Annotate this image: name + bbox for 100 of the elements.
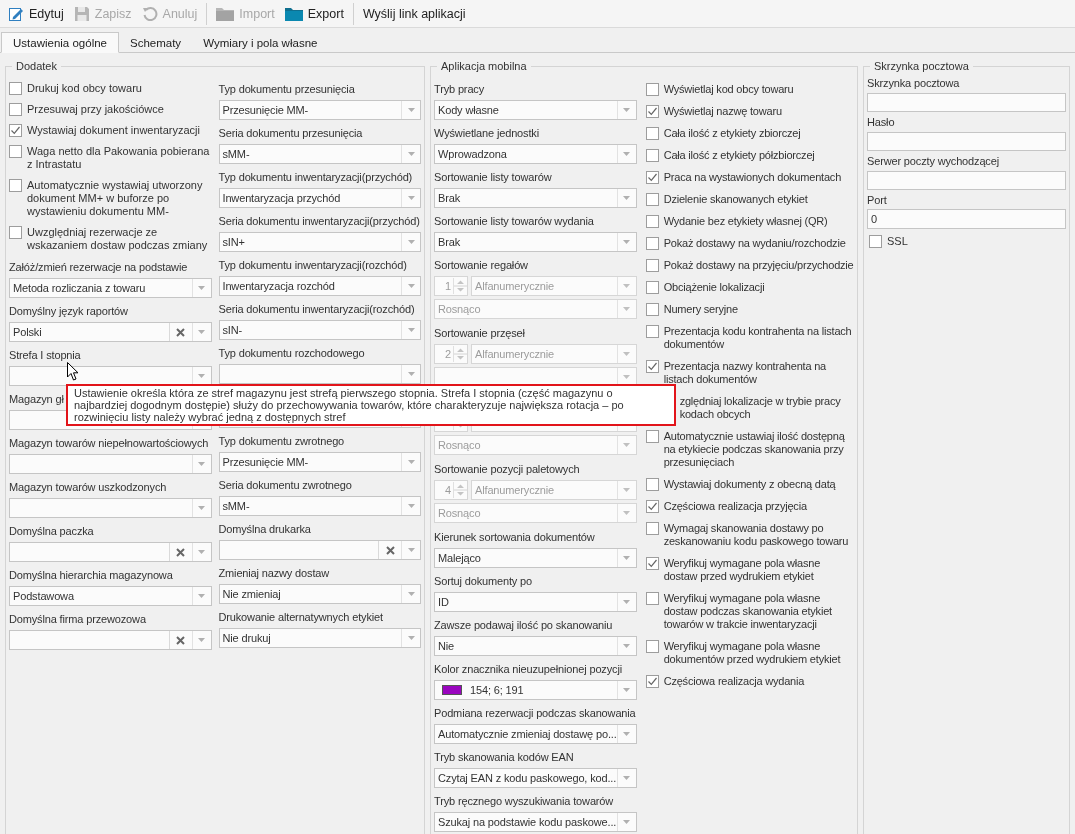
tab[interactable]: Wymiary i pola własne (192, 33, 329, 53)
checkbox-label[interactable]: Weryfikuj wymagane pola własne dokumentów przed wydrukiem etykiet (663, 639, 854, 666)
dropdown[interactable]: 154; 6; 191 (434, 680, 637, 700)
field-label: Magazyn towarów niepełnowartościowych (9, 437, 209, 449)
field-label: Sortowanie regałów (434, 259, 528, 271)
field-label: Drukowanie alternatywnych etykiet (218, 611, 383, 623)
field-label: Seria dokumentu inwentaryzacji(rozchód) (218, 303, 415, 315)
dropdown[interactable]: Nie zmieniaj (218, 584, 421, 604)
field-label: Domyślna drukarka (218, 523, 311, 535)
dropdown[interactable]: Automatycznie zmieniaj dostawę po... (434, 724, 637, 744)
dropdown[interactable]: sIN+ (218, 232, 421, 252)
field-label: Hasło (867, 116, 895, 129)
toolbar-button[interactable]: Wyślij link aplikacji (358, 1, 470, 26)
field-label: Tryb pracy (434, 83, 485, 95)
field-label: Domyślna hierarchia magazynowa (9, 569, 173, 581)
field-label: Seria dokumentu przesunięcia (218, 127, 363, 139)
checkbox-label[interactable]: Wyświetlaj kod obcy towaru (663, 82, 794, 96)
checkbox-label[interactable]: Weryfikuj wymagane pola własne dostaw przed wydrukiem etykiet (663, 556, 854, 583)
tooltip: Ustawienie określa która ze stref magazynu jest strefą pierwszego stopnia. Strefa I stopnia (część magazynu o najbardziej dogodnym dostępie) służy do przechowywania towarów, które charakteryzuje największa rotacja – po rozwinięciu listy należy wybrać jedną z dostępnych stref (66, 384, 676, 426)
dropdown[interactable]: sIN- (218, 320, 421, 340)
checkbox-label[interactable]: Pokaż dostawy na wydaniu/rozchodzie (663, 236, 846, 250)
field-label: Kolor znacznika nieuzupełnionej pozycji (434, 663, 622, 675)
dropdown[interactable]: Brak (434, 232, 637, 252)
field-label: Typ dokumentu inwentaryzacji(przychód) (218, 171, 413, 183)
dropdown[interactable]: sMM- (218, 496, 421, 516)
dropdown[interactable]: Wprowadzona (434, 144, 637, 164)
field-label: Magazyn towarów uszkodzonych (9, 481, 167, 493)
field-label: Typ dokumentu przesunięcia (218, 83, 355, 95)
field-label: Seria dokumentu zwrotnego (218, 479, 352, 491)
checkbox-label[interactable]: Cała ilość z etykiety półzbiorczej (663, 148, 815, 162)
dropdown[interactable]: Kody własne (434, 100, 637, 120)
checkbox-label[interactable]: Częściowa realizacja przyjęcia (663, 499, 807, 513)
field-label: Typ dokumentu zwrotnego (218, 435, 345, 447)
checkbox-label[interactable]: Wyświetlaj nazwę towaru (663, 104, 782, 118)
dropdown[interactable]: Czytaj EAN z kodu paskowego, kod... (434, 768, 637, 788)
dropdown[interactable]: ID (434, 592, 637, 612)
field-label: Sortuj dokumenty po (434, 575, 533, 587)
field-label: Sortowanie przęseł (434, 327, 525, 339)
dropdown[interactable]: Nie (434, 636, 637, 656)
checkbox-label[interactable]: Weryfikuj wymagane pola własne dostaw podczas skanowania etykiet towarów w trakcie inwentaryzacji (663, 591, 854, 631)
field-label: Sortowanie listy towarów wydania (434, 215, 594, 227)
input-field[interactable]: 0 (867, 209, 1066, 229)
checkbox-label[interactable]: Prezentacja kodu kontrahenta na listach dokumentów (663, 324, 854, 351)
toolbar-button[interactable]: Export (280, 1, 348, 26)
field-label: Domyślna paczka (9, 525, 94, 537)
tab[interactable]: Schematy (119, 33, 193, 53)
checkbox-label[interactable]: Cała ilość z etykiety zbiorczej (663, 126, 801, 140)
field-label: Strefa I stopnia (9, 349, 81, 361)
field-label: Serwer poczty wychodzącej (867, 155, 999, 168)
dropdown[interactable]: Malejąco (434, 548, 637, 568)
checkbox-label[interactable]: Automatycznie ustawiaj ilość dostępną na etykiecie podczas skanowania przy przesunięciach (663, 429, 854, 469)
checkbox-label[interactable]: Uwzględniaj rezerwacje ze wskazaniem dostaw podczas zmiany (27, 226, 212, 252)
field-label: Skrzynka pocztowa (867, 77, 960, 90)
checkbox-label[interactable]: Prezentacja nazwy kontrahenta na listach dokumentów (663, 359, 854, 386)
checkbox-label[interactable]: Wymagaj skanowania dostawy po zeskanowaniu kodu paskowego towaru (663, 521, 854, 548)
toolbar-button[interactable]: Edytuj (4, 1, 68, 26)
checkbox-label[interactable]: zględniaj lokalizacje w trybie pracy kodach obcych (679, 394, 841, 421)
dropdown[interactable]: Podstawowa (9, 586, 212, 606)
tab[interactable]: Ustawienia ogólne (1, 32, 119, 53)
field-label: Typ dokumentu rozchodowego (218, 347, 365, 359)
dropdown[interactable]: Przesunięcie MM- (218, 452, 421, 472)
dropdown[interactable]: Inwentaryzacja rozchód (218, 276, 421, 296)
dropdown[interactable]: Inwentaryzacja przychód (218, 188, 421, 208)
field-label: Sortowanie pozycji paletowych (434, 463, 580, 475)
checkbox-label[interactable]: Drukuj kod obcy towaru (27, 82, 142, 95)
checkbox-label[interactable]: Automatycznie wystawiaj utworzony dokument MM+ w buforze po wystawieniu dokumentu MM- (27, 179, 212, 218)
field-label: Seria dokumentu inwentaryzacji(przychód) (218, 215, 420, 227)
checkbox-label[interactable]: SSL (887, 235, 908, 248)
checkbox-label[interactable]: Obciążenie lokalizacji (663, 280, 765, 294)
field-label: Zawsze podawaj ilość po skanowaniu (434, 619, 613, 631)
checkbox-label[interactable]: Numery seryjne (663, 302, 738, 316)
group-title: Skrzynka pocztowa (873, 59, 970, 73)
field-label: Domyślna firma przewozowa (9, 613, 146, 625)
checkbox-label[interactable]: Waga netto dla Pakowania pobierana z Intrastatu (27, 145, 212, 171)
checkbox-label[interactable]: Częściowa realizacja wydania (663, 674, 805, 688)
field-label: Magazyn gł (9, 393, 64, 405)
dropdown[interactable]: Nie drukuj (218, 628, 421, 648)
checkbox-label[interactable]: Dzielenie skanowanych etykiet (663, 192, 808, 206)
field-label: Typ dokumentu inwentaryzacji(rozchód) (218, 259, 407, 271)
dropdown[interactable]: Polski (9, 322, 212, 342)
field-label: Podmiana rezerwacji podczas skanowania (434, 707, 636, 719)
field-label: Tryb ręcznego wyszukiwania towarów (434, 795, 614, 807)
field-label: Tryb skanowania kodów EAN (434, 751, 574, 763)
checkbox-label[interactable]: Pokaż dostawy na przyjęciu/przychodzie (663, 258, 854, 272)
field-label: Port (867, 193, 887, 206)
dropdown[interactable]: Szukaj na podstawie kodu paskowe... (434, 812, 637, 832)
dropdown[interactable]: Metoda rozliczania z towaru (9, 278, 212, 298)
dropdown[interactable]: Przesunięcie MM- (218, 100, 421, 120)
field-label: Zmieniaj nazwy dostaw (218, 567, 330, 579)
field-label: Kierunek sortowania dokumentów (434, 531, 595, 543)
field-label: Wyświetlane jednostki (434, 127, 539, 139)
checkbox-label[interactable]: Przesuwaj przy jakościówce (27, 103, 164, 116)
dropdown[interactable]: Brak (434, 188, 637, 208)
checkbox-label[interactable]: Wystawiaj dokumenty z obecną datą (663, 477, 836, 491)
dropdown[interactable]: sMM- (218, 144, 421, 164)
field-label: Domyślny język raportów (9, 305, 128, 317)
group-title: Aplikacja mobilna (440, 59, 528, 73)
checkbox-label[interactable]: Wystawiaj dokument inwentaryzacji (27, 124, 200, 137)
checkbox-label[interactable]: Wydanie bez etykiety własnej (QR) (663, 214, 828, 228)
checkbox-label[interactable]: Praca na wystawionych dokumentach (663, 170, 842, 184)
